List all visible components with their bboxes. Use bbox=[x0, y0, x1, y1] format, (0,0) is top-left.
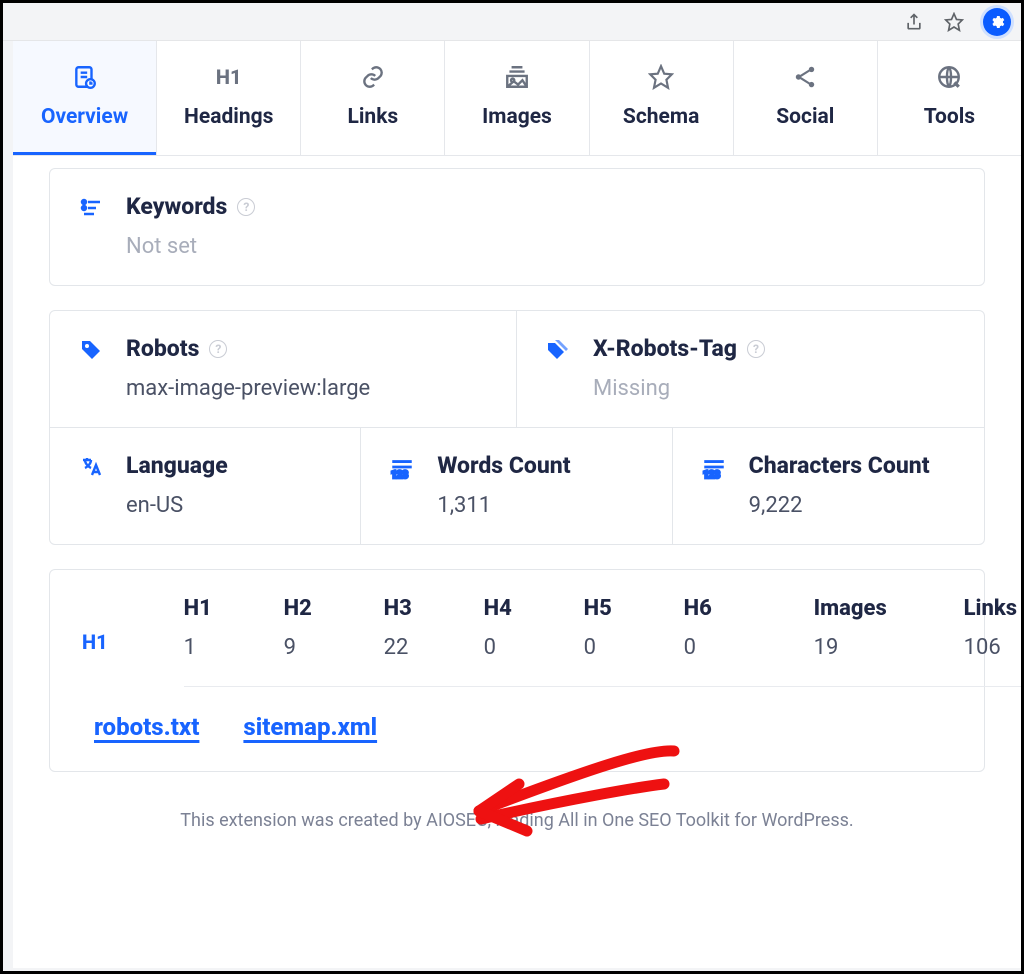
link-icon bbox=[359, 63, 387, 91]
stat-value: 1 bbox=[184, 635, 284, 660]
stat-label: H2 bbox=[284, 596, 384, 621]
stat-h5: H5 0 bbox=[584, 596, 684, 660]
language-cell: Language en-US bbox=[50, 428, 361, 544]
stat-h2: H2 9 bbox=[284, 596, 384, 660]
share-icon[interactable] bbox=[903, 11, 925, 33]
keywords-card: Keywords ? Not set bbox=[49, 168, 985, 286]
tab-label: Social bbox=[776, 105, 834, 129]
tab-bar: Overview H1 Headings Links Images bbox=[13, 41, 1021, 156]
stat-label: H1 bbox=[184, 596, 284, 621]
stat-label: H3 bbox=[384, 596, 484, 621]
stats-card: H1 H1 1 H2 9 H3 22 bbox=[49, 569, 985, 772]
tab-schema[interactable]: Schema bbox=[590, 41, 734, 155]
image-icon bbox=[503, 63, 531, 91]
card-title-text: Robots bbox=[126, 335, 199, 362]
meta-card: Robots ? max-image-preview:large X- bbox=[49, 310, 985, 545]
tab-label: Headings bbox=[184, 105, 273, 129]
card-title-text: Keywords bbox=[126, 193, 227, 220]
headings-icon: H1 bbox=[215, 63, 243, 91]
help-icon[interactable]: ? bbox=[747, 340, 765, 358]
tab-label: Images bbox=[482, 105, 552, 129]
stat-label: H6 bbox=[684, 596, 784, 621]
help-icon[interactable]: ? bbox=[237, 198, 255, 216]
stat-links: Links 106 bbox=[964, 596, 1021, 660]
svg-text:123: 123 bbox=[391, 470, 408, 480]
tab-links[interactable]: Links bbox=[301, 41, 445, 155]
words-cell: 123 Words Count 1,311 bbox=[361, 428, 672, 544]
xrobots-title: X-Robots-Tag ? bbox=[593, 335, 765, 362]
stats-header: H1 H1 1 H2 9 H3 22 bbox=[82, 596, 952, 687]
stat-value: 0 bbox=[584, 635, 684, 660]
tag-icon bbox=[78, 337, 104, 363]
xrobots-value: Missing bbox=[593, 376, 765, 401]
tab-label: Schema bbox=[623, 105, 699, 129]
stat-label: Links bbox=[964, 596, 1021, 621]
language-value: en-US bbox=[126, 493, 228, 518]
tab-overview[interactable]: Overview bbox=[13, 41, 157, 155]
tab-label: Links bbox=[348, 105, 399, 129]
tab-label: Tools bbox=[924, 105, 975, 129]
star-icon[interactable] bbox=[943, 11, 965, 33]
sitemap-xml-link[interactable]: sitemap.xml bbox=[243, 713, 377, 741]
count-icon: 123 bbox=[701, 454, 727, 480]
robots-cell: Robots ? max-image-preview:large bbox=[50, 311, 517, 427]
stat-value: 22 bbox=[384, 635, 484, 660]
language-icon bbox=[78, 454, 104, 480]
keywords-title: Keywords ? bbox=[126, 193, 255, 220]
social-icon bbox=[791, 63, 819, 91]
xrobots-cell: X-Robots-Tag ? Missing bbox=[517, 311, 984, 427]
file-links: robots.txt sitemap.xml bbox=[94, 713, 952, 741]
extension-gear-icon[interactable] bbox=[983, 8, 1011, 36]
stat-value: 0 bbox=[684, 635, 784, 660]
keywords-value: Not set bbox=[126, 234, 255, 259]
stat-label: H4 bbox=[484, 596, 584, 621]
schema-icon bbox=[647, 63, 675, 91]
stat-value: 19 bbox=[814, 635, 954, 660]
tab-social[interactable]: Social bbox=[734, 41, 878, 155]
stat-h4: H4 0 bbox=[484, 596, 584, 660]
card-title-text: X-Robots-Tag bbox=[593, 335, 737, 362]
robots-value: max-image-preview:large bbox=[126, 376, 370, 401]
robots-title: Robots ? bbox=[126, 335, 370, 362]
extension-panel: Overview H1 Headings Links Images bbox=[13, 41, 1021, 968]
window: Overview H1 Headings Links Images bbox=[0, 0, 1024, 974]
svg-text:123: 123 bbox=[703, 470, 720, 480]
stat-h1: H1 1 bbox=[184, 596, 284, 660]
stat-images: Images 19 bbox=[814, 596, 954, 660]
tab-content: Keywords ? Not set bbox=[13, 156, 1021, 968]
footer-text: This extension was created by AIOSEO, le… bbox=[49, 772, 985, 851]
help-icon[interactable]: ? bbox=[209, 340, 227, 358]
tab-images[interactable]: Images bbox=[445, 41, 589, 155]
overview-icon bbox=[71, 63, 99, 91]
browser-toolbar bbox=[3, 3, 1021, 41]
keywords-icon bbox=[78, 195, 104, 221]
tags-icon bbox=[545, 337, 571, 363]
stat-h3: H3 22 bbox=[384, 596, 484, 660]
tab-label: Overview bbox=[41, 105, 128, 129]
stat-value: 9 bbox=[284, 635, 384, 660]
tools-icon bbox=[935, 63, 963, 91]
tab-headings[interactable]: H1 Headings bbox=[157, 41, 301, 155]
stat-label: Images bbox=[814, 596, 954, 621]
stat-h6: H6 0 bbox=[684, 596, 784, 660]
stat-label: H5 bbox=[584, 596, 684, 621]
chars-value: 9,222 bbox=[749, 493, 930, 518]
h1-icon: H1 bbox=[82, 630, 108, 654]
robots-txt-link[interactable]: robots.txt bbox=[94, 713, 199, 741]
chars-cell: 123 Characters Count 9,222 bbox=[673, 428, 984, 544]
stat-value: 0 bbox=[484, 635, 584, 660]
language-title: Language bbox=[126, 452, 228, 479]
tab-tools[interactable]: Tools bbox=[878, 41, 1021, 155]
chars-title: Characters Count bbox=[749, 452, 930, 479]
words-value: 1,311 bbox=[437, 493, 570, 518]
stat-value: 106 bbox=[964, 635, 1021, 660]
count-icon: 123 bbox=[389, 454, 415, 480]
words-title: Words Count bbox=[437, 452, 570, 479]
